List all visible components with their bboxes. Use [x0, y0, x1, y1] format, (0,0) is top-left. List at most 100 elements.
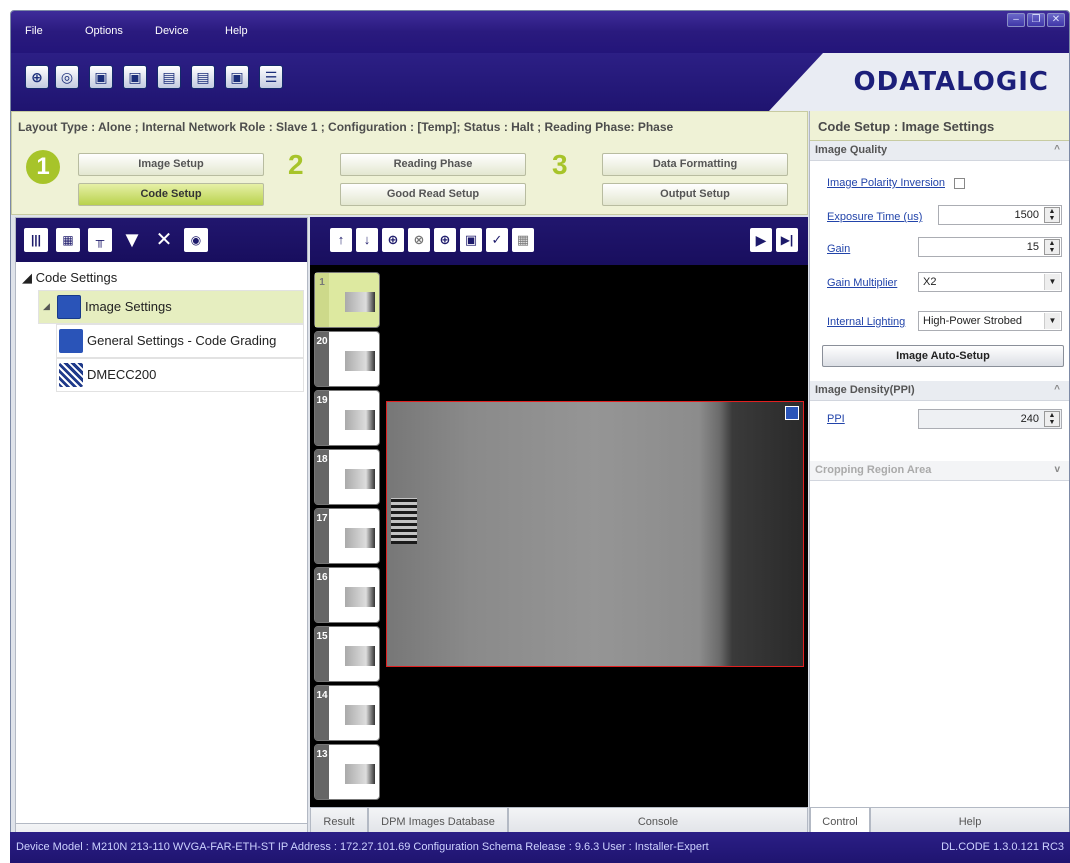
- collapse-icon: ^: [1054, 384, 1060, 395]
- tree-item-label: General Settings - Code Grading: [87, 333, 277, 348]
- expand-icon: v: [1054, 464, 1060, 475]
- tree-item-general-settings[interactable]: General Settings - Code Grading: [56, 324, 304, 358]
- wrench-icon: [59, 329, 83, 353]
- datalogic-logo: ODATALOGIC: [853, 67, 1049, 97]
- check-icon[interactable]: ✓: [486, 228, 508, 252]
- thumbnail[interactable]: 19: [314, 390, 380, 446]
- tree-item-dmecc200[interactable]: DMECC200: [56, 358, 304, 392]
- play-icon[interactable]: ▶: [750, 228, 772, 252]
- step-three-badge: 3: [552, 149, 568, 180]
- captured-image[interactable]: [386, 401, 804, 667]
- menu-file[interactable]: File: [25, 25, 43, 37]
- spinner-icon: ▲ ▼: [1044, 239, 1060, 255]
- barcode-icon[interactable]: |||: [24, 228, 48, 252]
- data-formatting-button[interactable]: Data Formatting: [602, 153, 788, 176]
- close-icon[interactable]: ✕: [1047, 13, 1065, 27]
- thumbnail[interactable]: 13: [314, 744, 380, 800]
- save-pc-icon[interactable]: ▤: [191, 65, 215, 89]
- step-icon[interactable]: ▶|: [776, 228, 798, 252]
- chevron-down-icon: ▼: [1044, 274, 1060, 290]
- arrow-down-icon[interactable]: ↓: [356, 228, 378, 252]
- image-auto-setup-button[interactable]: Image Auto-Setup: [822, 345, 1064, 367]
- save-device-icon[interactable]: ▤: [157, 65, 181, 89]
- version-info: DL.CODE 1.3.0.121 RC3: [941, 841, 1064, 853]
- title-bar: File Options Device Help – ❐ ✕: [11, 11, 1069, 53]
- monitor-icon[interactable]: ☰: [259, 65, 283, 89]
- app-window: File Options Device Help – ❐ ✕ ⊕ ◎ ▣ ▣ ▤…: [10, 10, 1070, 863]
- gain-multiplier-select[interactable]: X2 ▼: [918, 272, 1062, 292]
- thumbnail[interactable]: 14: [314, 685, 380, 741]
- connect-icon[interactable]: ⊕: [25, 65, 49, 89]
- chevron-down-icon: ▼: [1044, 313, 1060, 329]
- minimize-icon[interactable]: –: [1007, 13, 1025, 27]
- ruler-icon[interactable]: ╥: [88, 228, 112, 252]
- reading-phase-button[interactable]: Reading Phase: [340, 153, 526, 176]
- properties-panel: Code Setup : Image Settings Image Qualit…: [809, 111, 1069, 853]
- status-bar: Device Model : M210N 213-110 WVGA-FAR-ET…: [10, 832, 1070, 863]
- image-toolbar: ↑ ↓ ⊕ ⊗ ⊕ ▣ ✓ ▦ ▶ ▶|: [310, 217, 808, 265]
- menu-options[interactable]: Options: [85, 25, 123, 37]
- cropping-header[interactable]: Cropping Region Area v: [810, 461, 1069, 481]
- filter-icon[interactable]: ▼: [120, 228, 144, 252]
- spinner-icon: ▲ ▼: [1044, 207, 1060, 223]
- open-pc-icon[interactable]: ▣: [123, 65, 147, 89]
- gain-multiplier-label: Gain Multiplier: [827, 277, 898, 289]
- inspect-icon[interactable]: ◉: [184, 228, 208, 252]
- restore-icon[interactable]: ❐: [1027, 13, 1045, 27]
- ppi-field[interactable]: 240 ▲ ▼: [918, 409, 1062, 429]
- tree-item-label: Image Settings: [85, 299, 172, 314]
- zoom-reset-icon[interactable]: ⊗: [408, 228, 430, 252]
- configuration-panel: ||| ▦ ╥ ▼ ✕ ◉ ◢ Code Settings ◢ Image Se…: [15, 217, 308, 853]
- main-toolbar: ⊕ ◎ ▣ ▣ ▤ ▤ ▣ ☰ ODATALOGIC: [11, 53, 1069, 111]
- arrow-up-icon[interactable]: ↑: [330, 228, 352, 252]
- good-read-setup-button[interactable]: Good Read Setup: [340, 183, 526, 206]
- image-density-header[interactable]: Image Density(PPI) ^: [810, 381, 1069, 401]
- exposure-label: Exposure Time (us): [827, 211, 923, 223]
- exposure-field[interactable]: 1500 ▲ ▼: [938, 205, 1062, 225]
- zoom-in-icon[interactable]: ⊕: [382, 228, 404, 252]
- image-icon: [57, 295, 81, 319]
- tree-root[interactable]: ◢ Code Settings: [22, 270, 117, 286]
- thumbnail[interactable]: 1: [314, 272, 380, 328]
- lighting-label: Internal Lighting: [827, 316, 906, 328]
- settings-icon[interactable]: ▣: [225, 65, 249, 89]
- thumbnail[interactable]: 18: [314, 449, 380, 505]
- open-device-icon[interactable]: ▣: [89, 65, 113, 89]
- tree-item-label: DMECC200: [87, 367, 157, 382]
- panel-title: Code Setup : Image Settings: [810, 111, 1069, 141]
- code-setup-button[interactable]: Code Setup: [78, 183, 264, 206]
- lighting-select[interactable]: High-Power Strobed ▼: [918, 311, 1062, 331]
- tree-root-label: Code Settings: [35, 270, 118, 285]
- layout-info: Layout Type : Alone ; Internal Network R…: [18, 120, 674, 134]
- datamatrix-icon[interactable]: ▦: [56, 228, 80, 252]
- menu-help[interactable]: Help: [225, 25, 248, 37]
- expand-icon[interactable]: ◢: [43, 301, 50, 312]
- save-image-icon[interactable]: ▣: [460, 228, 482, 252]
- collapse-icon: ^: [1054, 144, 1060, 155]
- image-setup-button[interactable]: Image Setup: [78, 153, 264, 176]
- device-info: Device Model : M210N 213-110 WVGA-FAR-ET…: [16, 841, 709, 853]
- step-one-badge: 1: [26, 150, 60, 184]
- tree-item-image-settings[interactable]: ◢ Image Settings: [38, 290, 304, 324]
- thumbnail[interactable]: 17: [314, 508, 380, 564]
- step-two-badge: 2: [288, 149, 304, 180]
- devices-icon[interactable]: ◎: [55, 65, 79, 89]
- ppi-label: PPI: [827, 413, 845, 425]
- thumbnail[interactable]: 16: [314, 567, 380, 623]
- polarity-checkbox[interactable]: [954, 178, 965, 189]
- grid-icon[interactable]: ▦: [512, 228, 534, 252]
- gain-field[interactable]: 15 ▲ ▼: [918, 237, 1062, 257]
- zoom-fit-icon[interactable]: ⊕: [434, 228, 456, 252]
- spinner-icon: ▲ ▼: [1044, 411, 1060, 427]
- thumbnail[interactable]: 20: [314, 331, 380, 387]
- datamatrix-code: [391, 498, 417, 544]
- thumbnail[interactable]: 15: [314, 626, 380, 682]
- polarity-label: Image Polarity Inversion: [827, 177, 945, 189]
- output-setup-button[interactable]: Output Setup: [602, 183, 788, 206]
- menu-device[interactable]: Device: [155, 25, 189, 37]
- layout-panel: Layout Type : Alone ; Internal Network R…: [11, 111, 808, 215]
- roi-icon[interactable]: [785, 406, 799, 420]
- delete-icon[interactable]: ✕: [152, 228, 176, 252]
- gain-label: Gain: [827, 243, 851, 255]
- image-quality-header[interactable]: Image Quality ^: [810, 141, 1069, 161]
